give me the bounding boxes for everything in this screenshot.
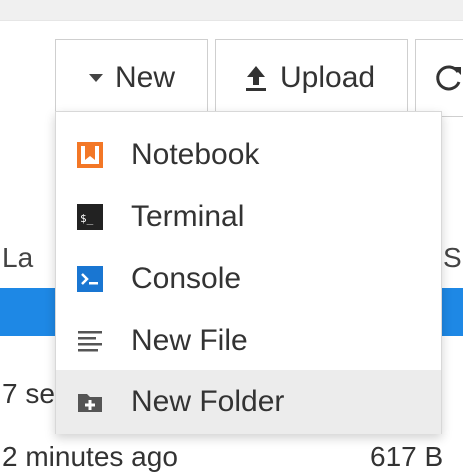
terminal-icon: $_ xyxy=(76,203,104,231)
menu-item-label: New File xyxy=(131,324,248,357)
file-row-size: 617 B xyxy=(370,441,444,472)
file-row-modified: 7 se xyxy=(2,378,55,409)
upload-icon xyxy=(244,64,268,92)
upload-button[interactable]: Upload xyxy=(215,39,408,117)
column-header-size[interactable]: Si xyxy=(443,242,463,274)
new-button-label: New xyxy=(115,61,176,94)
caret-down-icon xyxy=(89,74,103,82)
refresh-icon xyxy=(434,63,463,93)
file-row-modified: 2 minutes ago xyxy=(2,441,178,472)
notebook-icon xyxy=(76,141,104,169)
new-dropdown-menu: Notebook $_ Terminal Console New File Ne… xyxy=(55,111,442,434)
menu-item-new-file[interactable]: New File xyxy=(56,309,441,373)
upload-button-label: Upload xyxy=(280,61,376,94)
menu-item-label: New Folder xyxy=(131,385,285,418)
console-icon xyxy=(76,265,104,293)
menu-item-notebook[interactable]: Notebook xyxy=(56,123,441,187)
menu-item-console[interactable]: Console xyxy=(56,247,441,311)
svg-text:$_: $_ xyxy=(80,212,94,225)
file-row[interactable]: 2 minutes ago 617 B xyxy=(0,434,463,474)
refresh-button[interactable] xyxy=(415,39,463,117)
menu-item-new-folder[interactable]: New Folder xyxy=(56,370,441,434)
top-bar xyxy=(0,0,463,21)
menu-item-label: Terminal xyxy=(131,200,245,233)
menu-item-terminal[interactable]: $_ Terminal xyxy=(56,185,441,249)
new-folder-icon xyxy=(76,388,104,416)
text-file-icon xyxy=(76,327,104,355)
column-header-last-modified[interactable]: La xyxy=(2,242,33,274)
menu-item-label: Console xyxy=(131,262,242,295)
menu-item-label: Notebook xyxy=(131,138,260,171)
new-button[interactable]: New xyxy=(55,39,208,117)
